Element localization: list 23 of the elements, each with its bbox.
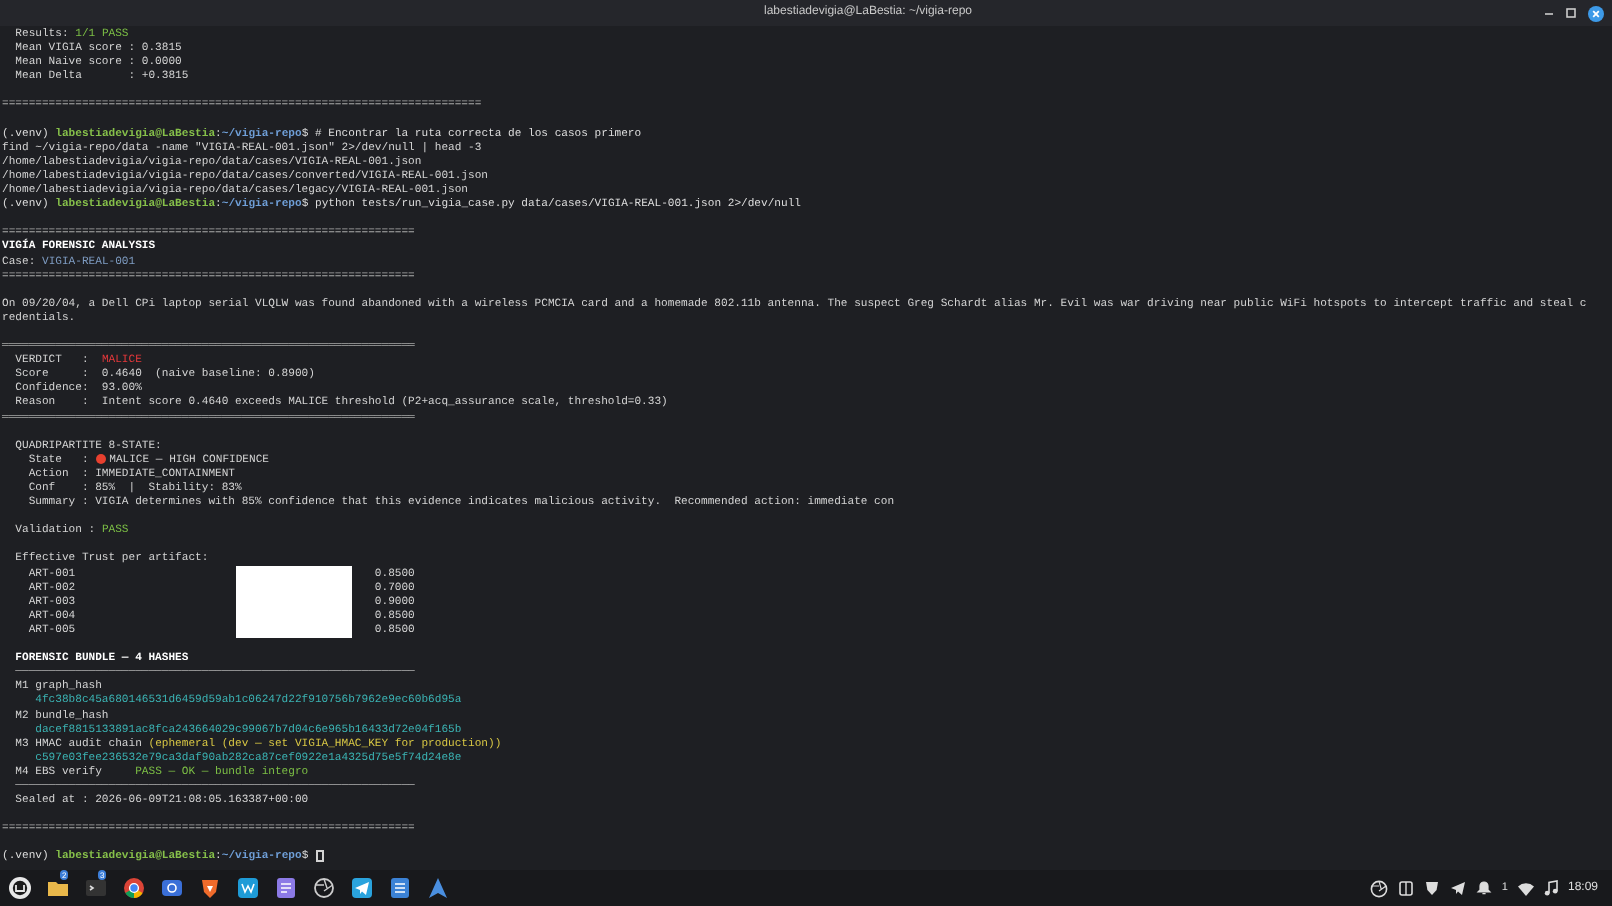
clipboard-icon[interactable] [1397,880,1414,896]
close-icon[interactable] [1588,5,1604,21]
minimize-icon[interactable] [1544,8,1554,18]
aperture-icon[interactable] [1369,879,1388,897]
camera-icon[interactable] [160,876,184,900]
redaction-block [236,566,352,638]
shield-icon[interactable] [1423,880,1440,896]
paper-plane-icon[interactable] [1449,880,1466,896]
document-icon[interactable] [388,876,412,900]
browser-icon[interactable] [122,876,146,900]
bell-icon[interactable] [1475,880,1492,896]
maximize-icon[interactable] [1566,8,1576,18]
folder-icon[interactable] [46,876,70,900]
terminal-icon[interactable] [84,876,108,900]
wifi-icon[interactable] [1517,881,1534,895]
editor-icon[interactable] [236,876,260,900]
aperture-icon[interactable] [312,876,336,900]
menu-icon[interactable] [8,876,32,900]
music-note-icon[interactable] [1543,880,1558,896]
paper-plane-icon[interactable] [350,876,374,900]
notes-icon[interactable] [274,876,298,900]
shield-icon[interactable] [198,876,222,900]
triangle-logo-icon[interactable] [426,876,450,900]
